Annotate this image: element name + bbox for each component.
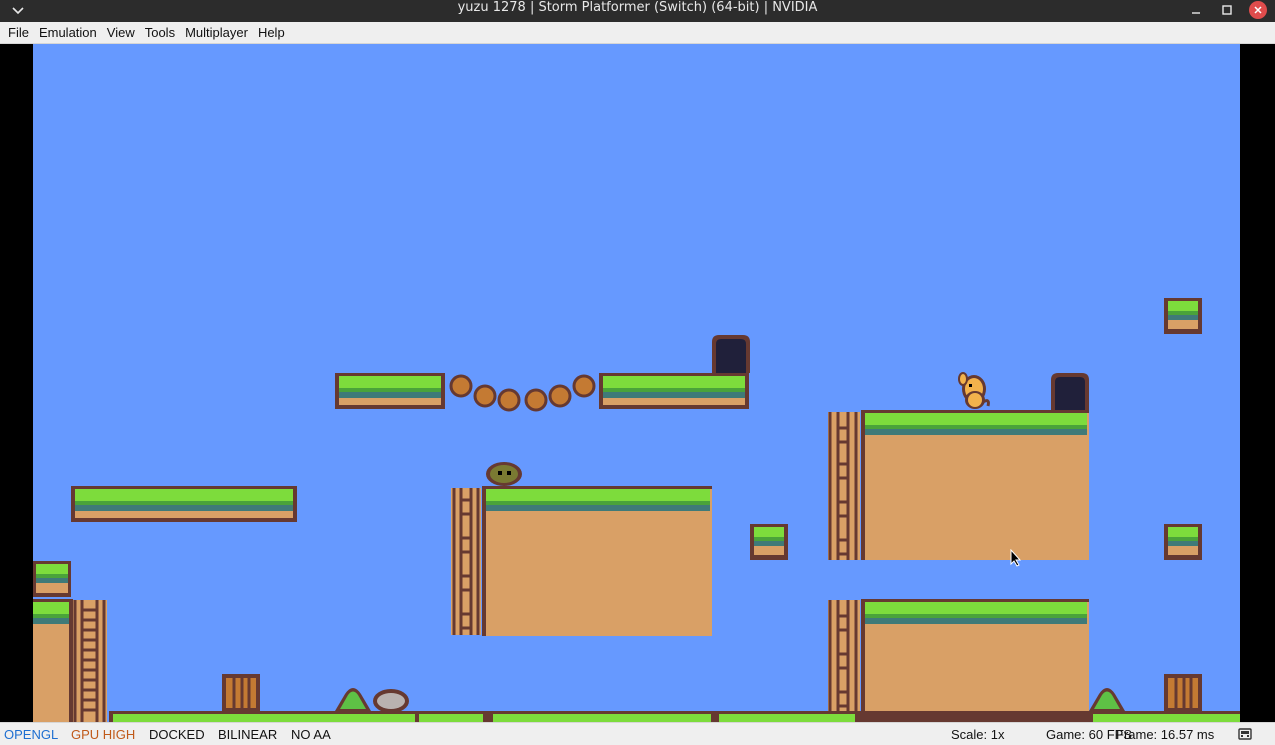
block-middle — [482, 486, 712, 636]
ladder-left-bottom — [73, 600, 107, 722]
ladder-right-lower — [828, 600, 860, 722]
window-title: yuzu 1278 | Storm Platformer (Switch) (6… — [457, 0, 818, 15]
close-icon — [1254, 6, 1262, 14]
platform-upper-left — [335, 373, 445, 409]
game-viewport[interactable] — [33, 44, 1240, 722]
status-dock-mode[interactable]: DOCKED — [149, 727, 205, 742]
status-bar: OPENGL GPU HIGH DOCKED BILINEAR NO AA Sc… — [0, 722, 1275, 745]
close-button[interactable] — [1244, 0, 1272, 20]
render-area[interactable] — [0, 44, 1275, 722]
status-gpu-accuracy[interactable]: GPU HIGH — [71, 727, 135, 742]
menu-tools[interactable]: Tools — [140, 22, 180, 44]
menu-file[interactable]: File — [0, 22, 34, 44]
menu-view[interactable]: View — [102, 22, 140, 44]
controller-icon[interactable] — [1238, 727, 1252, 741]
barrel-1 — [222, 674, 260, 712]
title-bar: yuzu 1278 | Storm Platformer (Switch) (6… — [0, 0, 1275, 22]
status-filter[interactable]: BILINEAR — [218, 727, 277, 742]
rock — [373, 689, 409, 713]
ladder-right-upper — [828, 412, 860, 560]
door-1 — [712, 335, 750, 373]
status-scale: Scale: 1x — [951, 727, 1005, 742]
platform-upper-mid — [599, 373, 749, 409]
status-graphics-api[interactable]: OPENGL — [4, 727, 58, 742]
ladder-middle — [451, 488, 481, 635]
menu-help[interactable]: Help — [253, 22, 290, 44]
small-block-right-top — [1164, 298, 1202, 334]
small-block-center — [750, 524, 788, 560]
ground — [109, 711, 1240, 722]
door-2 — [1051, 373, 1089, 410]
block-right-lower — [861, 599, 1089, 722]
status-frame-time: Frame: 16.57 ms — [1116, 727, 1215, 742]
menu-multiplayer[interactable]: Multiplayer — [180, 22, 253, 44]
maximize-icon — [1222, 5, 1232, 15]
maximize-button[interactable] — [1213, 0, 1241, 20]
status-antialiasing[interactable]: NO AA — [291, 727, 331, 742]
platform-left — [71, 486, 297, 522]
minimize-button[interactable] — [1182, 0, 1210, 20]
minimize-icon — [1192, 12, 1200, 14]
small-block-right-bottom — [1164, 524, 1202, 560]
ledge-left-small — [33, 561, 71, 597]
block-right-upper — [861, 410, 1089, 560]
block-left-bottom — [33, 599, 73, 722]
menu-bar: File Emulation View Tools Multiplayer He… — [0, 22, 1275, 44]
mouse-cursor-icon — [1010, 549, 1022, 567]
game-scene — [33, 44, 1240, 722]
enemy-blob — [486, 462, 522, 486]
barrel-2 — [1164, 674, 1202, 712]
menu-emulation[interactable]: Emulation — [34, 22, 102, 44]
